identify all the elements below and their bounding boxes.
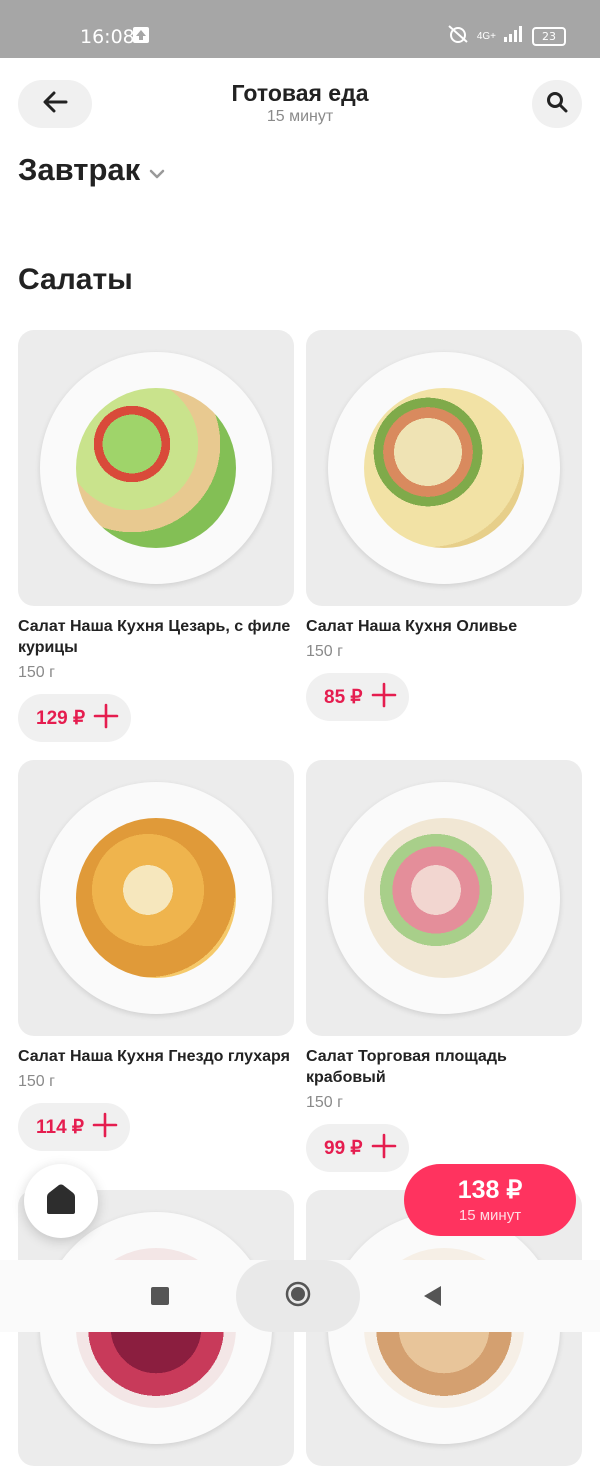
header: Готовая еда 15 минут bbox=[0, 58, 600, 148]
product-name[interactable]: Салат Наша Кухня Цезарь, с филе курицы bbox=[18, 616, 294, 658]
plus-icon bbox=[92, 1112, 118, 1143]
product-weight: 150 г bbox=[18, 1073, 55, 1090]
chevron-down-icon bbox=[148, 152, 166, 188]
product-image[interactable] bbox=[18, 330, 294, 606]
battery-icon: 23 bbox=[532, 27, 566, 46]
product-image[interactable] bbox=[18, 760, 294, 1036]
signal-icon bbox=[504, 26, 524, 47]
nest-salad-image bbox=[76, 818, 236, 978]
status-time: 16:08 bbox=[80, 26, 135, 48]
olivier-salad-image bbox=[364, 388, 524, 548]
product-weight: 150 г bbox=[18, 664, 55, 681]
home-icon bbox=[44, 1183, 78, 1220]
add-to-cart-button[interactable]: 99 ₽ bbox=[306, 1124, 409, 1172]
add-to-cart-button[interactable]: 85 ₽ bbox=[306, 673, 409, 721]
search-icon bbox=[546, 91, 568, 118]
section-title: Салаты bbox=[18, 263, 133, 296]
product-price: 114 ₽ bbox=[36, 1116, 85, 1138]
product-card[interactable]: Салат Наша Кухня Гнездо глухаря 150 г 11… bbox=[18, 760, 294, 1151]
system-back-button[interactable] bbox=[424, 1286, 441, 1306]
product-image[interactable] bbox=[306, 330, 582, 606]
product-name[interactable]: Салат Наша Кухня Оливье bbox=[306, 616, 582, 637]
network-type: 4G+ bbox=[476, 31, 496, 42]
search-button[interactable] bbox=[532, 80, 582, 128]
category-dropdown[interactable]: Завтрак bbox=[18, 152, 166, 188]
product-price: 85 ₽ bbox=[324, 686, 363, 708]
caesar-salad-image bbox=[76, 388, 236, 548]
system-nav-bar bbox=[0, 1260, 600, 1332]
status-bar: 16:08 4G+ 23 bbox=[0, 0, 600, 58]
page-title: Готовая еда bbox=[231, 80, 369, 106]
product-name[interactable]: Салат Торговая площадь крабовый bbox=[306, 1046, 582, 1088]
status-indicators: 4G+ 23 bbox=[447, 24, 566, 49]
home-button[interactable] bbox=[24, 1164, 98, 1238]
plus-icon bbox=[93, 703, 119, 734]
alarm-off-icon bbox=[447, 24, 469, 49]
category-label: Завтрак bbox=[18, 152, 141, 187]
add-to-cart-button[interactable]: 114 ₽ bbox=[18, 1103, 131, 1151]
crab-salad-image bbox=[364, 818, 524, 978]
product-weight: 150 г bbox=[306, 643, 343, 660]
product-image[interactable] bbox=[306, 760, 582, 1036]
system-home-button[interactable] bbox=[236, 1260, 360, 1332]
product-card[interactable]: Салат Торговая площадь крабовый 150 г 99… bbox=[306, 760, 582, 1172]
product-card[interactable]: Салат Наша Кухня Цезарь, с филе курицы 1… bbox=[18, 330, 294, 742]
product-price: 99 ₽ bbox=[324, 1137, 363, 1159]
product-card[interactable]: Салат Наша Кухня Оливье 150 г 85 ₽ bbox=[306, 330, 582, 721]
cart-total: 138 ₽ bbox=[457, 1176, 523, 1204]
add-to-cart-button[interactable]: 129 ₽ bbox=[18, 694, 132, 742]
product-price: 129 ₽ bbox=[36, 707, 86, 729]
delivery-time: 15 минут bbox=[266, 108, 334, 125]
plus-icon bbox=[371, 1133, 397, 1164]
recents-button[interactable] bbox=[151, 1287, 169, 1305]
cart-delivery-time: 15 минут bbox=[458, 1207, 522, 1224]
cart-button[interactable]: 138 ₽ 15 минут bbox=[404, 1164, 576, 1236]
plus-icon bbox=[371, 682, 397, 713]
product-name[interactable]: Салат Наша Кухня Гнездо глухаря bbox=[18, 1046, 294, 1067]
product-weight: 150 г bbox=[306, 1094, 343, 1111]
circle-icon bbox=[284, 1280, 312, 1313]
upload-icon bbox=[133, 27, 149, 43]
